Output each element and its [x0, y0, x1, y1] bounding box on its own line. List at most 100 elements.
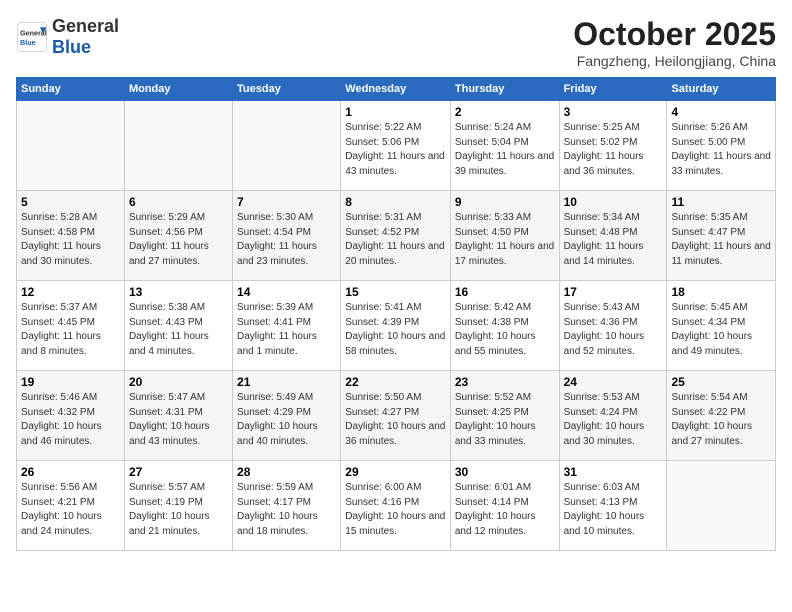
day-info: Sunrise: 5:31 AM Sunset: 4:52 PM Dayligh… [345, 211, 446, 269]
day-info: Sunrise: 5:42 AM Sunset: 4:38 PM Dayligh… [455, 301, 555, 359]
weekday-header-sunday: Sunday [17, 78, 125, 101]
location: Fangzheng, Heilongjiang, China [573, 53, 776, 69]
calendar-week-row: 19 Sunrise: 5:46 AM Sunset: 4:32 PM Dayli… [17, 371, 776, 461]
logo-general-text: General [52, 16, 119, 36]
calendar-cell: 12 Sunrise: 5:37 AM Sunset: 4:45 PM Dayli… [17, 281, 125, 371]
day-number: 16 [455, 285, 555, 299]
calendar-cell: 19 Sunrise: 5:46 AM Sunset: 4:32 PM Dayli… [17, 371, 125, 461]
day-number: 10 [564, 195, 663, 209]
calendar-cell: 21 Sunrise: 5:49 AM Sunset: 4:29 PM Dayli… [233, 371, 341, 461]
calendar-cell: 2 Sunrise: 5:24 AM Sunset: 5:04 PM Daylig… [450, 101, 559, 191]
day-info: Sunrise: 6:00 AM Sunset: 4:16 PM Dayligh… [345, 481, 446, 539]
weekday-header-tuesday: Tuesday [233, 78, 341, 101]
weekday-header-wednesday: Wednesday [341, 78, 451, 101]
day-info: Sunrise: 5:56 AM Sunset: 4:21 PM Dayligh… [21, 481, 120, 539]
calendar-week-row: 1Sunrise: 5:22 AM Sunset: 5:06 PM Daylig… [17, 101, 776, 191]
calendar-week-row: 26 Sunrise: 5:56 AM Sunset: 4:21 PM Dayli… [17, 461, 776, 551]
day-number: 8 [345, 195, 446, 209]
day-number: 19 [21, 375, 120, 389]
page-header: General Blue General Blue October 2025 F… [16, 16, 776, 69]
day-number: 17 [564, 285, 663, 299]
calendar-cell: 3 Sunrise: 5:25 AM Sunset: 5:02 PM Daylig… [559, 101, 667, 191]
calendar-cell: 16 Sunrise: 5:42 AM Sunset: 4:38 PM Dayli… [450, 281, 559, 371]
day-info: Sunrise: 6:01 AM Sunset: 4:14 PM Dayligh… [455, 481, 555, 539]
day-info: Sunrise: 5:22 AM Sunset: 5:06 PM Dayligh… [345, 121, 446, 179]
day-number: 23 [455, 375, 555, 389]
weekday-header-saturday: Saturday [667, 78, 776, 101]
logo-blue-text: Blue [52, 37, 91, 57]
calendar-cell [667, 461, 776, 551]
day-info: Sunrise: 5:47 AM Sunset: 4:31 PM Dayligh… [129, 391, 228, 449]
calendar-cell: 22 Sunrise: 5:50 AM Sunset: 4:27 PM Dayli… [341, 371, 451, 461]
day-info: Sunrise: 5:25 AM Sunset: 5:02 PM Dayligh… [564, 121, 663, 179]
day-number: 31 [564, 465, 663, 479]
day-number: 15 [345, 285, 446, 299]
day-number: 22 [345, 375, 446, 389]
calendar-cell: 14Sunrise: 5:39 AM Sunset: 4:41 PM Dayli… [233, 281, 341, 371]
svg-text:Blue: Blue [20, 38, 36, 47]
calendar-cell [233, 101, 341, 191]
calendar-cell: 23Sunrise: 5:52 AM Sunset: 4:25 PM Dayli… [450, 371, 559, 461]
day-number: 3 [564, 105, 663, 119]
day-number: 21 [237, 375, 336, 389]
calendar-cell: 17 Sunrise: 5:43 AM Sunset: 4:36 PM Dayli… [559, 281, 667, 371]
day-info: Sunrise: 5:37 AM Sunset: 4:45 PM Dayligh… [21, 301, 120, 359]
day-info: Sunrise: 5:30 AM Sunset: 4:54 PM Dayligh… [237, 211, 336, 269]
calendar-cell: 28Sunrise: 5:59 AM Sunset: 4:17 PM Dayli… [233, 461, 341, 551]
day-info: Sunrise: 5:28 AM Sunset: 4:58 PM Dayligh… [21, 211, 120, 269]
calendar-cell: 10Sunrise: 5:34 AM Sunset: 4:48 PM Dayli… [559, 191, 667, 281]
weekday-header-row: SundayMondayTuesdayWednesdayThursdayFrid… [17, 78, 776, 101]
day-info: Sunrise: 5:54 AM Sunset: 4:22 PM Dayligh… [671, 391, 771, 449]
day-info: Sunrise: 5:41 AM Sunset: 4:39 PM Dayligh… [345, 301, 446, 359]
calendar-cell: 9 Sunrise: 5:33 AM Sunset: 4:50 PM Daylig… [450, 191, 559, 281]
day-info: Sunrise: 5:35 AM Sunset: 4:47 PM Dayligh… [671, 211, 771, 269]
calendar-cell: 11Sunrise: 5:35 AM Sunset: 4:47 PM Dayli… [667, 191, 776, 281]
day-info: Sunrise: 5:57 AM Sunset: 4:19 PM Dayligh… [129, 481, 228, 539]
calendar-cell [124, 101, 232, 191]
calendar-cell: 26 Sunrise: 5:56 AM Sunset: 4:21 PM Dayli… [17, 461, 125, 551]
weekday-header-thursday: Thursday [450, 78, 559, 101]
calendar-cell [17, 101, 125, 191]
day-number: 6 [129, 195, 228, 209]
day-info: Sunrise: 6:03 AM Sunset: 4:13 PM Dayligh… [564, 481, 663, 539]
calendar-cell: 18 Sunrise: 5:45 AM Sunset: 4:34 PM Dayli… [667, 281, 776, 371]
day-info: Sunrise: 5:59 AM Sunset: 4:17 PM Dayligh… [237, 481, 336, 539]
day-number: 29 [345, 465, 446, 479]
day-info: Sunrise: 5:46 AM Sunset: 4:32 PM Dayligh… [21, 391, 120, 449]
calendar-cell: 15 Sunrise: 5:41 AM Sunset: 4:39 PM Dayli… [341, 281, 451, 371]
calendar-cell: 5Sunrise: 5:28 AM Sunset: 4:58 PM Daylig… [17, 191, 125, 281]
day-number: 26 [21, 465, 120, 479]
calendar-cell: 4Sunrise: 5:26 AM Sunset: 5:00 PM Daylig… [667, 101, 776, 191]
weekday-header-monday: Monday [124, 78, 232, 101]
month-title: October 2025 [573, 16, 776, 53]
day-number: 12 [21, 285, 120, 299]
calendar-cell: 25 Sunrise: 5:54 AM Sunset: 4:22 PM Dayli… [667, 371, 776, 461]
calendar-cell: 13Sunrise: 5:38 AM Sunset: 4:43 PM Dayli… [124, 281, 232, 371]
calendar-cell: 7Sunrise: 5:30 AM Sunset: 4:54 PM Daylig… [233, 191, 341, 281]
day-info: Sunrise: 5:29 AM Sunset: 4:56 PM Dayligh… [129, 211, 228, 269]
day-info: Sunrise: 5:24 AM Sunset: 5:04 PM Dayligh… [455, 121, 555, 179]
day-number: 20 [129, 375, 228, 389]
day-number: 27 [129, 465, 228, 479]
calendar-cell: 6 Sunrise: 5:29 AM Sunset: 4:56 PM Daylig… [124, 191, 232, 281]
day-number: 24 [564, 375, 663, 389]
calendar-cell: 30Sunrise: 6:01 AM Sunset: 4:14 PM Dayli… [450, 461, 559, 551]
logo: General Blue General Blue [16, 16, 119, 58]
day-number: 18 [671, 285, 771, 299]
calendar-week-row: 5Sunrise: 5:28 AM Sunset: 4:58 PM Daylig… [17, 191, 776, 281]
calendar-week-row: 12 Sunrise: 5:37 AM Sunset: 4:45 PM Dayli… [17, 281, 776, 371]
day-info: Sunrise: 5:45 AM Sunset: 4:34 PM Dayligh… [671, 301, 771, 359]
calendar-cell: 8 Sunrise: 5:31 AM Sunset: 4:52 PM Daylig… [341, 191, 451, 281]
day-number: 4 [671, 105, 771, 119]
day-info: Sunrise: 5:49 AM Sunset: 4:29 PM Dayligh… [237, 391, 336, 449]
day-info: Sunrise: 5:43 AM Sunset: 4:36 PM Dayligh… [564, 301, 663, 359]
day-info: Sunrise: 5:33 AM Sunset: 4:50 PM Dayligh… [455, 211, 555, 269]
calendar-cell: 24Sunrise: 5:53 AM Sunset: 4:24 PM Dayli… [559, 371, 667, 461]
day-number: 14 [237, 285, 336, 299]
day-number: 9 [455, 195, 555, 209]
day-number: 25 [671, 375, 771, 389]
calendar-cell: 29 Sunrise: 6:00 AM Sunset: 4:16 PM Dayli… [341, 461, 451, 551]
day-info: Sunrise: 5:50 AM Sunset: 4:27 PM Dayligh… [345, 391, 446, 449]
day-number: 2 [455, 105, 555, 119]
title-block: October 2025 Fangzheng, Heilongjiang, Ch… [573, 16, 776, 69]
